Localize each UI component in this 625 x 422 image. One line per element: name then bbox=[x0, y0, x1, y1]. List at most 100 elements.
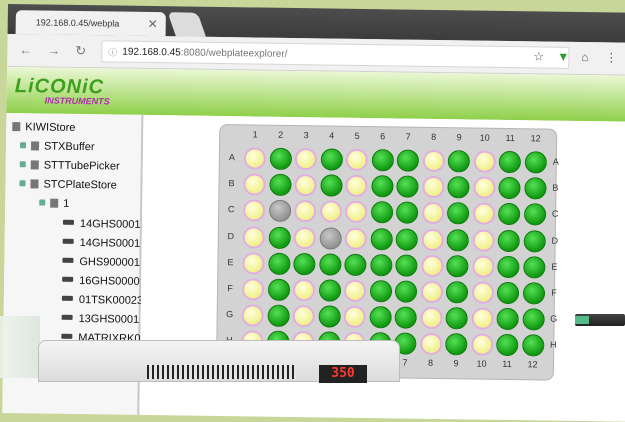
well-E2[interactable] bbox=[267, 252, 291, 275]
well-B2[interactable] bbox=[268, 173, 292, 197]
well-G5[interactable] bbox=[343, 305, 366, 329]
well-D7[interactable] bbox=[395, 228, 418, 251]
well-G11[interactable] bbox=[496, 308, 519, 331]
expand-icon[interactable] bbox=[19, 142, 27, 149]
tree-item-cassette[interactable]: 1 bbox=[39, 197, 69, 210]
home-icon[interactable]: ⌂ bbox=[581, 50, 588, 64]
well-G8[interactable] bbox=[420, 306, 443, 330]
well-F10[interactable] bbox=[471, 281, 494, 304]
well-E6[interactable] bbox=[369, 253, 393, 277]
well-E7[interactable] bbox=[395, 254, 418, 277]
well-E9[interactable] bbox=[446, 254, 469, 278]
well-H9[interactable] bbox=[445, 333, 468, 356]
tree-item-plate[interactable]: 14GHS0001 bbox=[62, 237, 141, 250]
tree-item-plate[interactable]: 13GHS0001 bbox=[61, 313, 140, 326]
well-B9[interactable] bbox=[447, 176, 470, 199]
well-G9[interactable] bbox=[445, 307, 468, 330]
well-G3[interactable] bbox=[292, 305, 315, 328]
well-A3[interactable] bbox=[294, 148, 318, 171]
well-A7[interactable] bbox=[396, 149, 420, 172]
well-G7[interactable] bbox=[394, 306, 417, 329]
well-E3[interactable] bbox=[293, 252, 316, 276]
well-D1[interactable] bbox=[242, 225, 265, 249]
close-tab-icon[interactable]: ✕ bbox=[148, 12, 158, 36]
well-B4[interactable] bbox=[319, 174, 343, 197]
well-A2[interactable] bbox=[269, 147, 292, 170]
well-B3[interactable] bbox=[294, 174, 317, 197]
well-F3[interactable] bbox=[292, 279, 316, 302]
well-F6[interactable] bbox=[369, 280, 392, 303]
well-A9[interactable] bbox=[447, 150, 471, 173]
well-C7[interactable] bbox=[395, 201, 419, 225]
tree-root[interactable]: KIWIStore bbox=[12, 121, 75, 134]
well-G10[interactable] bbox=[470, 307, 494, 330]
well-D2[interactable] bbox=[268, 226, 291, 249]
well-H12[interactable] bbox=[521, 334, 544, 357]
forward-icon[interactable]: → bbox=[47, 43, 60, 58]
well-A10[interactable] bbox=[473, 150, 496, 173]
well-B10[interactable] bbox=[472, 176, 496, 200]
well-B1[interactable] bbox=[243, 173, 266, 196]
tree-item-plate[interactable]: GHS900001 bbox=[62, 256, 140, 269]
well-G2[interactable] bbox=[267, 304, 290, 328]
well-C6[interactable] bbox=[370, 201, 393, 224]
well-B5[interactable] bbox=[345, 174, 368, 198]
well-A5[interactable] bbox=[345, 148, 369, 172]
well-D8[interactable] bbox=[421, 228, 444, 251]
well-H10[interactable] bbox=[470, 333, 493, 357]
well-D9[interactable] bbox=[446, 228, 469, 252]
well-A6[interactable] bbox=[371, 149, 394, 172]
menu-icon[interactable]: ⋮ bbox=[605, 50, 617, 64]
well-D5[interactable] bbox=[344, 227, 367, 250]
well-E10[interactable] bbox=[471, 255, 495, 278]
well-C5[interactable] bbox=[344, 201, 368, 224]
well-F11[interactable] bbox=[496, 281, 520, 305]
well-G4[interactable] bbox=[318, 305, 341, 328]
well-D10[interactable] bbox=[472, 229, 495, 252]
well-E5[interactable] bbox=[344, 253, 367, 276]
well-C11[interactable] bbox=[497, 203, 521, 226]
well-B11[interactable] bbox=[498, 177, 521, 200]
reload-icon[interactable]: ↻ bbox=[75, 43, 86, 59]
well-F12[interactable] bbox=[522, 282, 545, 305]
tree-item-plate[interactable]: 16GHS0000 bbox=[62, 275, 140, 288]
well-F9[interactable] bbox=[445, 281, 469, 304]
well-A11[interactable] bbox=[498, 150, 521, 174]
well-C3[interactable] bbox=[293, 200, 317, 223]
expand-icon[interactable] bbox=[19, 180, 26, 187]
well-D12[interactable] bbox=[523, 229, 546, 253]
well-C9[interactable] bbox=[446, 202, 470, 225]
tree-item-plate[interactable]: 14GHS0001 bbox=[62, 218, 141, 231]
browser-tab[interactable]: 192.168.0.45/webpla ✕ bbox=[15, 10, 166, 37]
well-D3[interactable] bbox=[293, 226, 316, 249]
tree-item-stttubepicker[interactable]: STTTubePicker bbox=[19, 159, 120, 173]
well-G12[interactable] bbox=[521, 308, 545, 331]
well-A12[interactable] bbox=[524, 151, 547, 174]
well-E12[interactable] bbox=[522, 256, 546, 279]
well-F7[interactable] bbox=[394, 280, 418, 303]
page-info-icon[interactable]: ⓘ bbox=[108, 41, 117, 63]
well-H11[interactable] bbox=[496, 334, 519, 357]
well-H8[interactable] bbox=[419, 333, 442, 356]
well-E8[interactable] bbox=[420, 254, 444, 277]
well-B6[interactable] bbox=[370, 175, 394, 198]
well-C8[interactable] bbox=[421, 202, 444, 225]
well-F5[interactable] bbox=[343, 279, 367, 303]
expand-icon[interactable] bbox=[39, 199, 46, 206]
well-F8[interactable] bbox=[420, 280, 443, 304]
well-G6[interactable] bbox=[369, 306, 392, 329]
well-A1[interactable] bbox=[243, 147, 267, 170]
well-C10[interactable] bbox=[472, 202, 495, 226]
bookmark-star-icon[interactable]: ☆ bbox=[533, 49, 544, 63]
tree-item-stxbuffer[interactable]: STXBuffer bbox=[19, 140, 95, 153]
back-icon[interactable]: ← bbox=[19, 42, 32, 57]
new-tab-button[interactable] bbox=[167, 12, 206, 37]
well-B7[interactable] bbox=[396, 175, 419, 198]
expand-icon[interactable] bbox=[19, 161, 26, 168]
well-D11[interactable] bbox=[497, 229, 520, 252]
tree-item-stcplatestore[interactable]: STCPlateStore bbox=[19, 178, 117, 192]
well-C4[interactable] bbox=[319, 200, 342, 224]
well-C1[interactable] bbox=[242, 199, 266, 222]
well-D6[interactable] bbox=[370, 227, 393, 250]
extension-icon[interactable]: ▼ bbox=[557, 50, 569, 64]
